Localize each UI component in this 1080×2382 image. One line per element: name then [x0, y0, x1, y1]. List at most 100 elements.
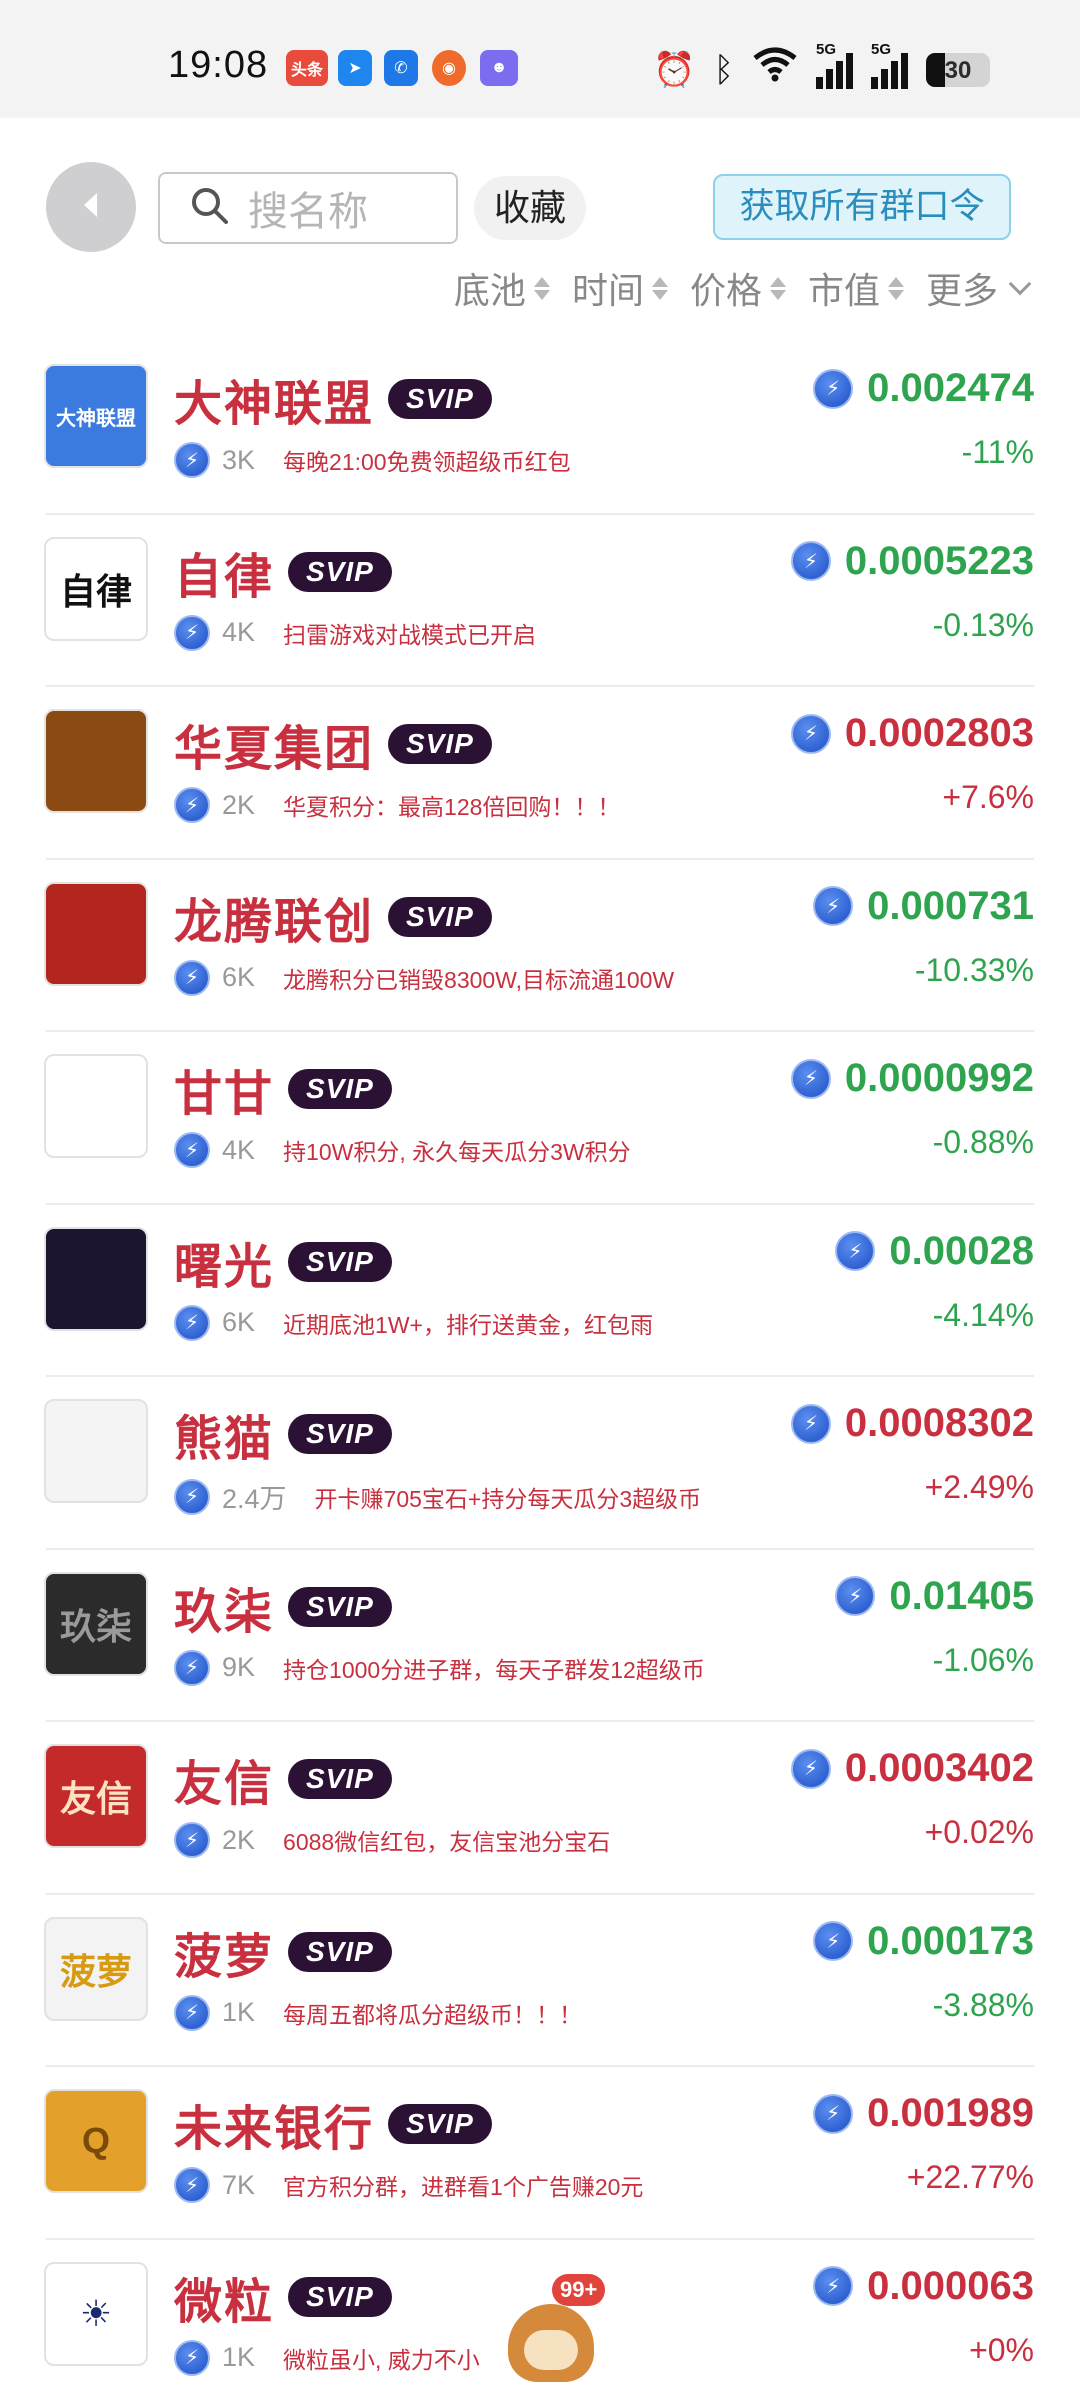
sort-time[interactable]: 时间: [572, 262, 668, 314]
coin-icon: ⚡: [174, 1478, 210, 1515]
get-all-group-codes-button[interactable]: 获取所有群口令: [713, 174, 1011, 240]
member-count: 1K: [222, 2342, 256, 2372]
coin-icon: ⚡: [174, 1994, 210, 2031]
group-avatar: 自律: [44, 536, 148, 641]
member-count: 6K: [222, 962, 256, 992]
group-price: 0.000731: [867, 883, 1034, 928]
group-name: 华夏集团: [174, 723, 375, 776]
svip-badge: SVIP: [388, 379, 492, 419]
price-change: -4.14%: [932, 1296, 1034, 1333]
group-description: 近期底池1W+，排行送黄金，红包雨: [283, 1311, 653, 1338]
back-button[interactable]: [46, 162, 136, 252]
group-name: 微粒: [174, 2275, 275, 2329]
member-count: 9K: [222, 1652, 256, 1682]
search-input[interactable]: 搜名称: [158, 172, 458, 244]
price-change: +22.77%: [906, 2159, 1034, 2195]
group-row[interactable]: 友信 友信 SVIP ⚡ 2K 6088微信红包，友信宝池分宝石 ⚡ 0.000…: [0, 1722, 1080, 1895]
member-count: 7K: [222, 2169, 256, 2200]
group-avatar: 大神联盟: [44, 364, 148, 468]
price-change: +7.6%: [942, 779, 1034, 815]
coin-icon: ⚡: [813, 368, 854, 409]
group-avatar: [44, 709, 148, 813]
group-row[interactable]: 华夏集团 SVIP ⚡ 2K 华夏积分：最高128倍回购！！！ ⚡ 0.0002…: [0, 687, 1080, 860]
sort-more[interactable]: 更多: [926, 262, 1032, 314]
group-avatar: 友信: [44, 1744, 148, 1848]
group-description: 微粒虽小, 威力不小: [283, 2346, 480, 2373]
coin-icon: ⚡: [174, 787, 210, 823]
group-row[interactable]: 大神联盟 大神联盟 SVIP ⚡ 3K 每晚21:00免费领超级币红包 ⚡ 0.…: [0, 342, 1080, 515]
group-price: 0.01405: [889, 1573, 1034, 1618]
group-row[interactable]: 龙腾联创 SVIP ⚡ 6K 龙腾积分已销毁8300W,目标流通100W ⚡ 0…: [0, 860, 1080, 1033]
sort-price[interactable]: 价格: [690, 262, 786, 314]
svip-badge: SVIP: [288, 1241, 392, 1282]
group-row[interactable]: Q 未来银行 SVIP ⚡ 7K 官方积分群，进群看1个广告赚20元 ⚡ 0.0…: [0, 2067, 1080, 2240]
svip-badge: SVIP: [288, 1414, 392, 1454]
sort-arrows-icon: [887, 276, 904, 300]
group-row[interactable]: 菠萝 菠萝 SVIP ⚡ 1K 每周五都将瓜分超级币！！！ ⚡ 0.000173…: [0, 1895, 1080, 2068]
group-price: 0.0000992: [844, 1056, 1034, 1100]
group-avatar: ☀: [44, 2261, 148, 2366]
group-row[interactable]: 玖柒 玖柒 SVIP ⚡ 9K 持仓1000分进子群，每天子群发12超级币 ⚡ …: [0, 1550, 1080, 1723]
member-count: 2K: [222, 1824, 256, 1855]
search-placeholder: 搜名称: [248, 190, 368, 234]
group-avatar: [44, 1054, 148, 1158]
price-change: +2.49%: [924, 1469, 1034, 1505]
group-avatar: 菠萝: [44, 1916, 148, 2021]
price-change: -11%: [961, 434, 1034, 470]
phone-app-icon: ✆: [384, 50, 418, 86]
coin-icon: ⚡: [174, 1132, 210, 1168]
svip-badge: SVIP: [288, 1069, 392, 1109]
price-change: -10.33%: [914, 951, 1034, 988]
group-row[interactable]: 曙光 SVIP ⚡ 6K 近期底池1W+，排行送黄金，红包雨 ⚡ 0.00028…: [0, 1205, 1080, 1378]
member-count: 4K: [222, 1134, 256, 1165]
group-avatar: 玖柒: [44, 1571, 148, 1676]
group-description: 6088微信红包，友信宝池分宝石: [283, 1829, 611, 1855]
group-row[interactable]: 熊猫 SVIP ⚡ 2.4万 开卡赚705宝石+持分每天瓜分3超级币 ⚡ 0.0…: [0, 1377, 1080, 1550]
signal-icon: 5G: [816, 41, 853, 89]
group-price: 0.0003402: [844, 1746, 1034, 1790]
group-row[interactable]: 自律 自律 SVIP ⚡ 4K 扫雷游戏对战模式已开启 ⚡ 0.0005223 …: [0, 515, 1080, 688]
group-list: 大神联盟 大神联盟 SVIP ⚡ 3K 每晚21:00免费领超级币红包 ⚡ 0.…: [0, 342, 1080, 2382]
floating-mascot-button[interactable]: 99+: [498, 2274, 606, 2382]
status-time: 19:08: [168, 44, 269, 86]
group-price: 0.0002803: [844, 711, 1034, 755]
coin-icon: ⚡: [174, 2167, 210, 2203]
sort-pool[interactable]: 底池: [454, 262, 550, 314]
coin-icon: ⚡: [813, 1921, 854, 1961]
battery-icon: 30: [926, 52, 990, 87]
price-change: +0.02%: [924, 1814, 1034, 1850]
sort-arrows-icon: [769, 276, 786, 300]
favorites-button[interactable]: 收藏: [474, 176, 587, 240]
group-description: 扫雷游戏对战模式已开启: [283, 621, 537, 648]
svip-badge: SVIP: [388, 724, 492, 764]
price-change: -3.88%: [932, 1986, 1034, 2023]
group-price: 0.000173: [867, 1918, 1034, 1963]
group-price: 0.001989: [867, 2091, 1034, 2135]
coin-icon: ⚡: [174, 1304, 210, 1341]
sort-arrows-icon: [651, 276, 668, 300]
status-bar: 19:08 头条 ➤ ✆ ◉ ☻ ⏰ ᛒ 5G 5G 30: [0, 0, 1080, 118]
group-price: 0.0005223: [844, 538, 1034, 583]
svip-badge: SVIP: [288, 1586, 392, 1627]
member-count: 4K: [222, 617, 256, 647]
coin-icon: ⚡: [790, 1748, 831, 1789]
coin-icon: ⚡: [790, 1403, 831, 1444]
arrow-app-icon: ➤: [338, 50, 372, 86]
group-description: 龙腾积分已销毁8300W,目标流通100W: [283, 966, 675, 993]
svip-badge: SVIP: [288, 2276, 392, 2317]
price-change: -1.06%: [932, 1641, 1034, 1678]
coin-icon: ⚡: [790, 713, 831, 754]
group-description: 持仓1000分进子群，每天子群发12超级币: [283, 1656, 705, 1683]
coin-icon: ⚡: [174, 442, 210, 478]
sort-bar: 底池 时间 价格 市值 更多: [454, 262, 1032, 314]
coin-icon: ⚡: [813, 2266, 854, 2306]
toutiao-app-icon: 头条: [286, 50, 328, 86]
group-row[interactable]: 甘甘 SVIP ⚡ 4K 持10W积分, 永久每天瓜分3W积分 ⚡ 0.0000…: [0, 1032, 1080, 1205]
weibo-app-icon: ◉: [432, 50, 466, 86]
group-description: 每晚21:00免费领超级币红包: [283, 449, 571, 475]
sort-market-cap[interactable]: 市值: [808, 262, 904, 314]
wifi-icon: [752, 46, 798, 93]
group-name: 甘甘: [174, 1068, 275, 1121]
member-count: 3K: [222, 444, 256, 475]
coin-icon: ⚡: [835, 1231, 876, 1271]
